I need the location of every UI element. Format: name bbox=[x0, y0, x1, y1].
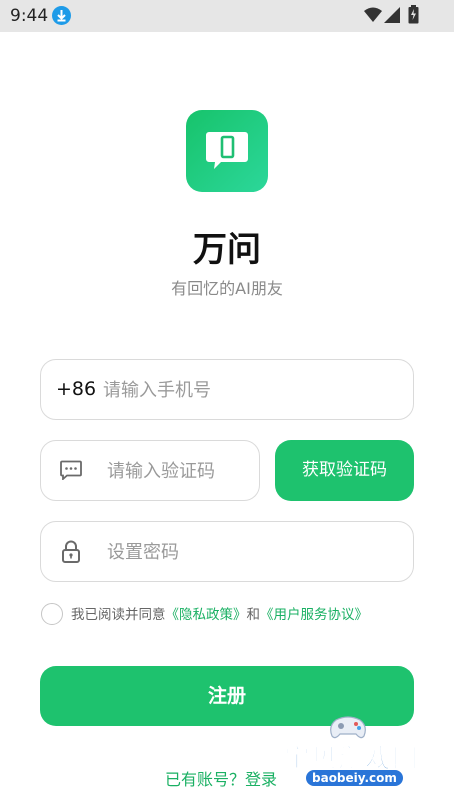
app-logo bbox=[186, 110, 268, 192]
app-slogan: 有回忆的AI朋友 bbox=[171, 279, 283, 298]
download-circle-icon bbox=[52, 6, 71, 25]
chat-phone-logo-icon bbox=[206, 132, 248, 169]
watermark-url: baobeiy.com bbox=[306, 770, 403, 786]
password-field[interactable] bbox=[40, 521, 414, 582]
user-terms-link[interactable]: 《用户服务协议》 bbox=[260, 607, 368, 623]
lock-icon bbox=[62, 540, 80, 563]
phone-input[interactable] bbox=[103, 376, 383, 404]
watermark: 宝贝游戏网 baobeiy.com bbox=[282, 708, 432, 807]
status-time: 9:44 bbox=[10, 6, 49, 26]
verification-code-field[interactable] bbox=[40, 440, 260, 501]
verification-code-input[interactable] bbox=[107, 457, 255, 485]
agreement-prefix: 我已阅读并同意 bbox=[71, 607, 166, 623]
agreement-checkbox[interactable] bbox=[41, 603, 63, 625]
status-bar: 9:44 bbox=[0, 0, 454, 32]
battery-charging-icon bbox=[408, 5, 419, 24]
country-code[interactable]: +86 bbox=[56, 378, 96, 400]
phone-field[interactable]: +86 bbox=[40, 359, 414, 420]
login-link[interactable]: 已有账号？登录 bbox=[165, 766, 277, 790]
privacy-policy-link[interactable]: 《隐私政策》 bbox=[166, 607, 247, 623]
agreement-text: 我已阅读并同意《隐私政策》和《用户服务协议》 bbox=[71, 603, 368, 623]
wifi-icon bbox=[364, 7, 382, 22]
password-input[interactable] bbox=[107, 538, 397, 566]
agreement-and: 和 bbox=[246, 607, 261, 623]
signal-icon bbox=[384, 7, 400, 23]
app-name: 万问 bbox=[193, 230, 261, 270]
get-code-button[interactable]: 获取验证码 bbox=[275, 440, 414, 501]
message-icon bbox=[60, 460, 82, 480]
